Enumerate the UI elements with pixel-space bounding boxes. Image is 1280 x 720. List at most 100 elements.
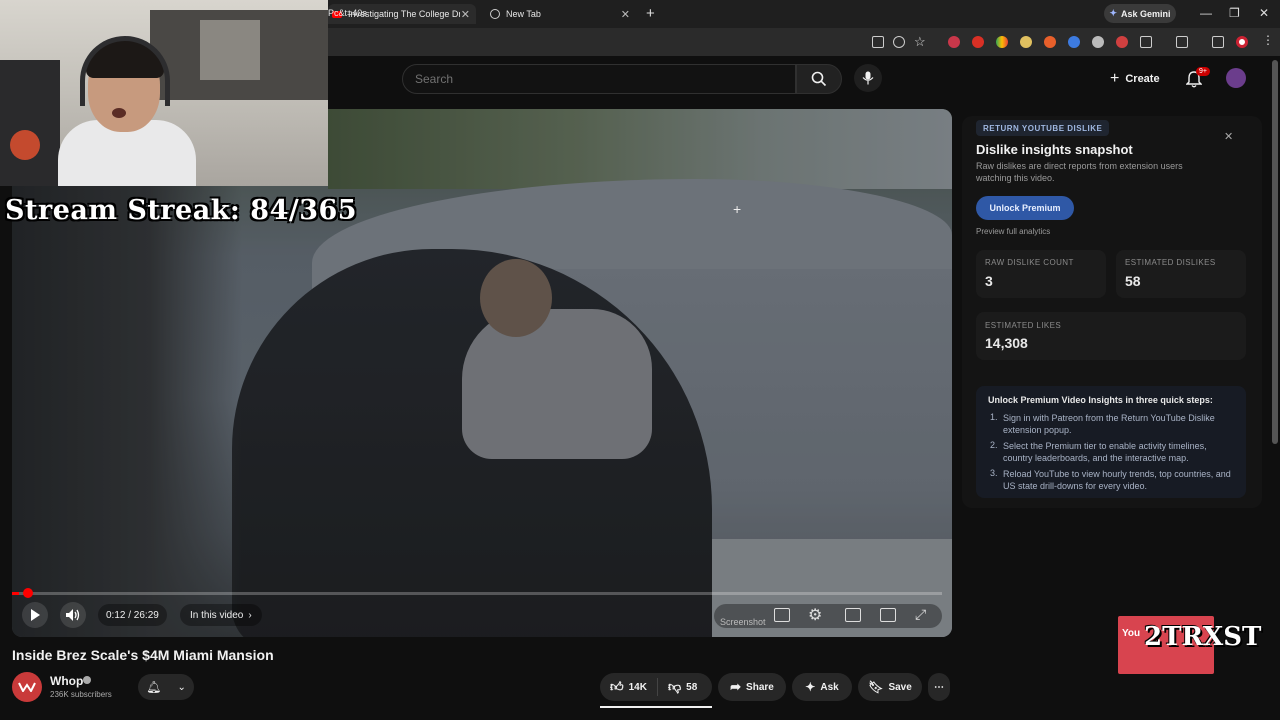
search-button[interactable] bbox=[796, 64, 842, 94]
crosshair-cursor-icon: + bbox=[733, 201, 742, 217]
zoom-icon[interactable] bbox=[893, 36, 905, 48]
extension-icon[interactable] bbox=[972, 36, 984, 48]
stream-streak-overlay: Stream Streak: 84/365 bbox=[5, 195, 358, 226]
extension-icon[interactable] bbox=[1044, 36, 1056, 48]
video-dim-overlay bbox=[12, 109, 952, 637]
extension-icon[interactable] bbox=[948, 36, 960, 48]
search-input[interactable]: Search bbox=[402, 64, 796, 94]
like-ratio-bar bbox=[600, 706, 712, 708]
ask-label: Ask bbox=[820, 681, 839, 693]
extension-icon[interactable] bbox=[1092, 36, 1104, 48]
subscribed-notifications-button[interactable]: 🔔︎ ⌄ bbox=[138, 674, 194, 700]
step-item: Reload YouTube to view hourly trends, to… bbox=[1003, 469, 1231, 491]
gemini-label: Ask Gemini bbox=[1121, 8, 1171, 19]
unlock-premium-button[interactable]: Unlock Premium bbox=[976, 196, 1074, 220]
create-button[interactable]: + Create bbox=[1110, 70, 1160, 88]
like-button[interactable]: 👍︎ 14K bbox=[600, 678, 658, 696]
save-label: Save bbox=[888, 681, 912, 693]
maximize-icon[interactable]: ❐ bbox=[1229, 6, 1240, 20]
new-tab-plus-icon[interactable]: + bbox=[646, 5, 655, 22]
chevron-down-icon: ⌄ bbox=[177, 681, 186, 693]
webcam-background-object bbox=[200, 20, 260, 80]
estimated-dislikes-value: 58 bbox=[1125, 273, 1141, 289]
close-tab-icon[interactable]: ✕ bbox=[621, 8, 630, 21]
close-window-icon[interactable]: ✕ bbox=[1259, 6, 1269, 20]
progress-bar[interactable] bbox=[12, 592, 942, 595]
tab-new-tab[interactable]: New Tab ✕ bbox=[486, 4, 636, 24]
channel-avatar[interactable] bbox=[12, 672, 42, 702]
steps-title: Unlock Premium Video Insights in three q… bbox=[988, 395, 1213, 405]
search-icon bbox=[811, 71, 827, 87]
like-dislike-group: 👍︎ 14K 👎︎ 58 bbox=[600, 673, 712, 701]
save-button[interactable]: 🔖︎ Save bbox=[858, 673, 922, 701]
settings-gear-icon[interactable]: ⚙ bbox=[808, 605, 822, 625]
miniplayer-icon[interactable] bbox=[845, 608, 861, 622]
video-title: Inside Brez Scale's $4M Miami Mansion bbox=[12, 647, 274, 663]
account-avatar[interactable] bbox=[1226, 68, 1246, 88]
page-scrollbar[interactable] bbox=[1272, 60, 1278, 444]
ask-button[interactable]: ✦ Ask bbox=[792, 673, 852, 701]
screenshot-tooltip: Screenshot bbox=[720, 617, 766, 627]
webcam-person-mouth bbox=[112, 108, 126, 118]
voice-search-button[interactable] bbox=[854, 64, 882, 92]
like-count: 14K bbox=[628, 681, 647, 693]
tab-label: New Tab bbox=[506, 9, 541, 19]
channel-name[interactable]: Whop bbox=[50, 674, 83, 688]
raw-dislike-value: 3 bbox=[985, 273, 993, 289]
bookmark-icon: 🔖︎ bbox=[868, 680, 884, 694]
video-player[interactable]: + bbox=[12, 109, 952, 637]
estimated-likes-value: 14,308 bbox=[985, 335, 1028, 351]
raw-dislike-label: RAW DISLIKE COUNT bbox=[985, 258, 1074, 267]
share-label: Share bbox=[746, 681, 774, 693]
volume-icon bbox=[66, 609, 80, 621]
step-item: Sign in with Patreon from the Return You… bbox=[1003, 413, 1215, 435]
extension-icon[interactable] bbox=[996, 36, 1008, 48]
close-icon[interactable]: ✕ bbox=[1224, 130, 1233, 143]
chapters-button[interactable]: In this video › bbox=[180, 604, 262, 626]
rtd-tag: RETURN YOUTUBE DISLIKE bbox=[976, 120, 1110, 136]
preview-analytics-link[interactable]: Preview full analytics bbox=[976, 227, 1050, 236]
sticker-logo: 2TRXST bbox=[1144, 622, 1262, 652]
step-item: Select the Premium tier to enable activi… bbox=[1003, 441, 1207, 463]
globe-favicon-icon bbox=[490, 9, 500, 19]
sparkle-icon: ✦ bbox=[1109, 8, 1117, 18]
browser-menu-icon[interactable]: ⋮ bbox=[1262, 33, 1274, 47]
close-tab-icon[interactable]: ✕ bbox=[461, 8, 470, 21]
fullscreen-icon[interactable]: ⤢ bbox=[915, 606, 926, 623]
time-display: 0:12 / 26:29 bbox=[98, 604, 167, 626]
rtd-description: Raw dislikes are direct reports from ext… bbox=[976, 161, 1183, 183]
share-arrow-icon: ➦ bbox=[730, 679, 742, 694]
notification-count-badge: 9+ bbox=[1196, 67, 1210, 76]
install-icon[interactable] bbox=[872, 36, 884, 48]
extension-icon[interactable] bbox=[1068, 36, 1080, 48]
extension-icon[interactable] bbox=[1020, 36, 1032, 48]
chapter-label: In this video bbox=[190, 609, 244, 621]
step-number: 1. bbox=[990, 412, 998, 422]
sticker-small-text: You bbox=[1122, 628, 1141, 639]
volume-button[interactable] bbox=[60, 602, 86, 628]
more-dots-icon: ⋯ bbox=[934, 681, 944, 693]
reading-list-icon[interactable] bbox=[1212, 36, 1224, 48]
bell-icon: 🔔︎ bbox=[146, 680, 162, 694]
more-actions-button[interactable]: ⋯ bbox=[928, 673, 950, 701]
captions-icon[interactable] bbox=[774, 608, 790, 622]
webcam-basketball bbox=[10, 130, 40, 160]
ask-gemini-button[interactable]: ✦ Ask Gemini bbox=[1104, 4, 1176, 23]
share-button[interactable]: ➦ Share bbox=[718, 673, 786, 701]
verified-badge-icon bbox=[83, 676, 91, 684]
progress-bar-fill bbox=[12, 592, 20, 595]
minimize-icon[interactable]: — bbox=[1200, 6, 1212, 20]
dislike-count: 58 bbox=[686, 681, 698, 693]
webcam-background-chair bbox=[0, 60, 60, 186]
bookmark-star-icon[interactable]: ☆ bbox=[914, 34, 926, 50]
play-button[interactable] bbox=[22, 602, 48, 628]
url-field[interactable]: Pc&t=40s bbox=[328, 8, 367, 18]
extension-icon[interactable] bbox=[1116, 36, 1128, 48]
side-panel-icon[interactable] bbox=[1176, 36, 1188, 48]
dislike-button[interactable]: 👎︎ 58 bbox=[658, 679, 707, 695]
profile-icon[interactable] bbox=[1236, 36, 1248, 48]
step-number: 3. bbox=[990, 468, 998, 478]
extensions-puzzle-icon[interactable] bbox=[1140, 36, 1152, 48]
create-label: Create bbox=[1125, 73, 1160, 85]
cast-icon[interactable] bbox=[880, 608, 896, 622]
